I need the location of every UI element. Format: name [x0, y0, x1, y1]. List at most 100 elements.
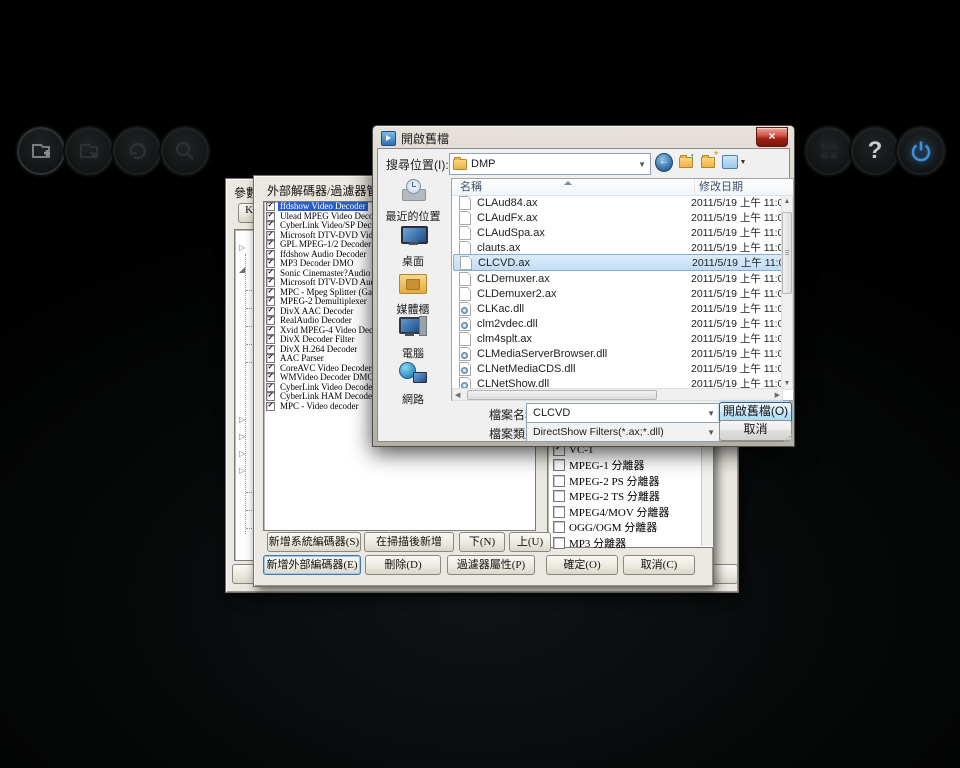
filter-properties-button[interactable]: 過濾器屬性(P) — [447, 555, 535, 575]
file-name: CLDemuxer.ax — [477, 272, 550, 285]
add-media-button[interactable] — [17, 127, 65, 175]
place-network[interactable]: 網路 — [380, 362, 446, 407]
player-window: ? 參數設定 KMP ▷ ◢ ▷ ▷ ▷ ▷ — [0, 0, 960, 768]
chevron-down-icon[interactable]: ▼ — [634, 160, 650, 169]
splitter-checkbox[interactable] — [553, 505, 565, 518]
splitter-item[interactable]: MPEG-2 TS 分離器 — [553, 489, 660, 504]
vertical-scrollbar[interactable]: ▲ ▼ — [781, 195, 793, 390]
splitter-label: MPEG-2 TS 分離器 — [569, 491, 660, 503]
place-desktop[interactable]: 桌面 — [380, 226, 446, 269]
sort-ascending-icon — [564, 181, 572, 185]
delete-button[interactable]: 刪除(D) — [365, 555, 441, 575]
add-system-codec-button[interactable]: 新增系統編碼器(S) — [267, 532, 361, 552]
splitter-item[interactable]: MP3 分離器 — [553, 535, 626, 550]
views-button[interactable]: ▼ — [721, 153, 747, 171]
file-icon — [459, 361, 471, 376]
new-folder-button[interactable]: * — [699, 150, 718, 171]
place-label: 網路 — [402, 394, 424, 406]
file-row[interactable]: clm2vdec.dll 2011/5/19 上午 11:00 — [453, 316, 789, 331]
recent-places-icon — [400, 179, 426, 201]
file-date: 2011/5/19 上午 11:00 — [691, 242, 790, 254]
file-icon — [459, 271, 471, 286]
file-date: 2011/5/19 上午 11:00 — [691, 348, 790, 360]
file-date: 2011/5/19 上午 11:00 — [691, 288, 790, 300]
vertical-scroll-thumb[interactable] — [782, 212, 792, 294]
splitter-item[interactable]: MPEG-1 分離器 — [553, 458, 644, 473]
up-button[interactable]: 上(U) — [509, 532, 551, 552]
place-recent[interactable]: 最近的位置 — [380, 179, 446, 224]
power-icon — [911, 141, 931, 162]
decoder-checkbox[interactable] — [266, 401, 275, 411]
file-name: CLDemuxer2.ax — [477, 287, 557, 300]
desktop-icon — [400, 226, 428, 246]
up-folder-button[interactable]: ↑ — [677, 151, 695, 171]
decoder-label: GPL MPEG-1/2 Decoder — [280, 239, 372, 250]
power-button[interactable] — [897, 127, 945, 175]
look-in-combobox[interactable]: DMP ▼ — [449, 153, 651, 175]
place-computer[interactable]: 電腦 — [380, 316, 446, 361]
file-row[interactable]: CLKac.dll 2011/5/19 上午 11:00 — [453, 301, 789, 316]
column-header-name[interactable]: 名稱 — [452, 179, 695, 195]
back-icon: ← — [655, 152, 673, 172]
file-row[interactable]: CLDemuxer.ax 2011/5/19 上午 11:00 — [453, 271, 789, 286]
splitter-item[interactable]: MPEG4/MOV 分離器 — [553, 504, 669, 519]
scroll-right-icon[interactable]: ▶ — [775, 391, 780, 399]
file-row[interactable]: CLDemuxer2.ax 2011/5/19 上午 11:00 — [453, 286, 789, 301]
scroll-left-icon[interactable]: ◀ — [455, 391, 460, 399]
back-button[interactable]: ← — [655, 152, 673, 172]
file-name-value: CLCVD — [533, 407, 571, 419]
sparkle-icon: * — [714, 150, 718, 161]
search-button[interactable] — [161, 127, 209, 175]
file-type-combobox[interactable]: DirectShow Filters(*.ax;*.dll) ▼ — [526, 422, 720, 442]
splitter-label: MPEG-2 PS 分離器 — [569, 475, 660, 488]
splitter-item[interactable]: MPEG-2 PS 分離器 — [553, 473, 659, 488]
file-row[interactable]: CLMediaServerBrowser.dll 2011/5/19 上午 11… — [453, 346, 789, 361]
place-label: 電腦 — [402, 348, 424, 360]
down-button[interactable]: 下(N) — [459, 532, 505, 552]
file-icon — [459, 195, 471, 210]
splitter-checkbox[interactable] — [553, 459, 565, 471]
file-row[interactable]: CLNetMediaCDS.dll 2011/5/19 上午 11:00 — [453, 361, 789, 376]
splitter-checkbox[interactable] — [553, 490, 565, 502]
file-name-combobox[interactable]: CLCVD ▼ — [526, 403, 720, 423]
file-row[interactable]: CLCVD.ax 2011/5/19 上午 11:00 — [453, 254, 790, 271]
scroll-down-icon[interactable]: ▼ — [782, 380, 792, 387]
file-row[interactable]: CLAudSpa.ax 2011/5/19 上午 11:00 — [453, 225, 789, 240]
open-dialog-titlebar[interactable]: 開啟舊檔 — [381, 130, 449, 147]
splitter-item[interactable]: OGG/OGM 分離器 — [553, 520, 657, 535]
chevron-down-icon[interactable]: ▼ — [703, 428, 719, 437]
network-icon — [399, 362, 427, 384]
file-row[interactable]: clm4splt.ax 2011/5/19 上午 11:00 — [453, 331, 789, 346]
file-row[interactable]: clauts.ax 2011/5/19 上午 11:00 — [453, 240, 789, 255]
horizontal-scroll-thumb[interactable] — [467, 390, 657, 400]
file-icon — [459, 286, 471, 301]
file-icon — [459, 210, 471, 225]
computer-icon — [399, 316, 427, 338]
refresh-button[interactable] — [113, 127, 161, 175]
column-header-date[interactable]: 修改日期 — [695, 179, 743, 195]
help-icon: ? — [867, 137, 883, 164]
add-external-codec-button[interactable]: 新增外部編碼器(E) — [263, 555, 361, 575]
splitter-checkbox[interactable] — [553, 474, 565, 487]
decoder-label: ffdshow Video Decoder — [278, 201, 368, 212]
file-icon — [459, 316, 471, 331]
close-button[interactable]: × — [756, 127, 788, 147]
splitter-checkbox[interactable] — [553, 536, 565, 549]
cancel-button[interactable]: 取消(C) — [623, 555, 695, 575]
file-row[interactable]: CLAudFx.ax 2011/5/19 上午 11:00 — [453, 210, 789, 225]
file-row[interactable]: CLAud84.ax 2011/5/19 上午 11:00 — [453, 195, 789, 210]
add-after-scan-button[interactable]: 在掃描後新增 — [364, 532, 454, 552]
chevron-down-icon[interactable]: ▼ — [703, 409, 719, 418]
resize-grip[interactable] — [780, 432, 792, 444]
place-libraries[interactable]: 媒體櫃 — [380, 272, 446, 317]
ok-button[interactable]: 確定(O) — [546, 555, 618, 575]
grid-button[interactable] — [805, 127, 853, 175]
horizontal-scrollbar[interactable]: ◀ ▶ — [452, 388, 783, 401]
tree-collapsed-icon: ▷ — [239, 449, 246, 458]
splitter-checkbox[interactable] — [553, 521, 565, 533]
scroll-up-icon[interactable]: ▲ — [782, 198, 792, 205]
remove-media-button[interactable] — [65, 127, 113, 175]
help-button[interactable]: ? — [851, 127, 899, 175]
remove-media-icon — [80, 144, 98, 159]
new-folder-icon — [701, 154, 715, 168]
